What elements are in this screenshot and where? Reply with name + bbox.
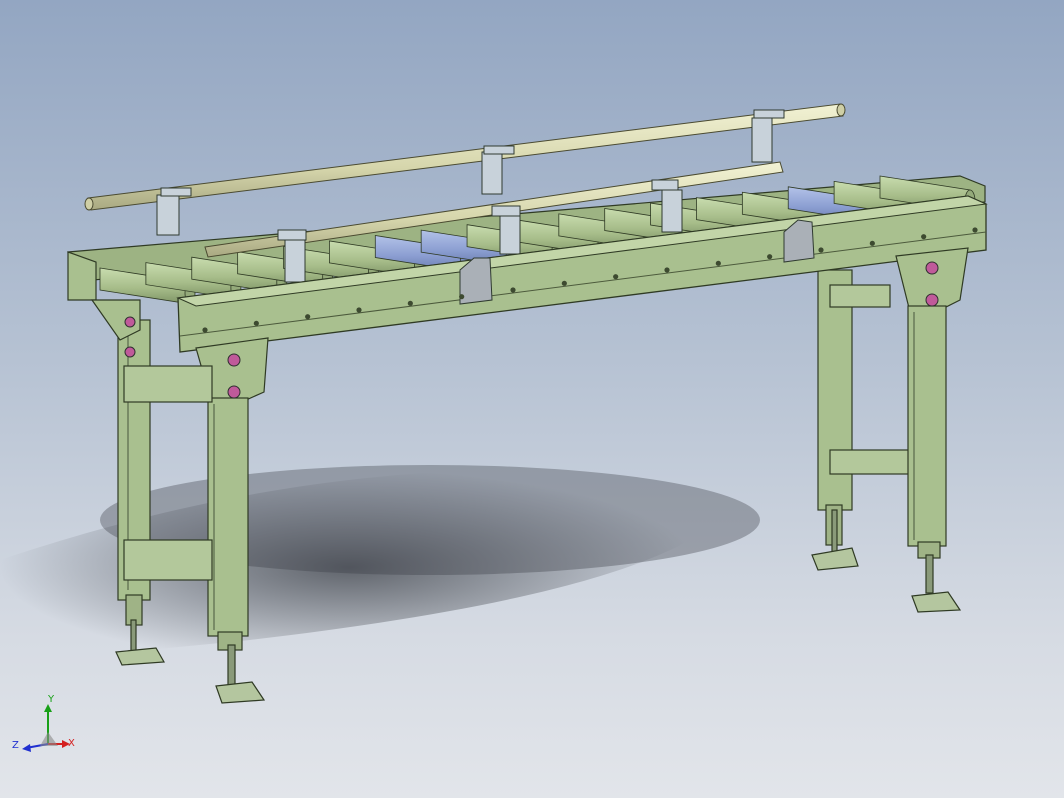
triad-graphic [22,704,70,752]
mounting-hole [561,280,567,286]
top-guide-rail[interactable] [84,103,846,211]
z-axis-label: Z [12,740,19,751]
back-right-leg[interactable] [811,269,911,571]
mounting-hole [253,320,259,326]
rail-bracket-right[interactable] [751,109,785,163]
mounting-hole [356,307,362,313]
mounting-hole [921,234,927,240]
mounting-hole [664,267,670,273]
x-axis-label: X [68,738,75,749]
cad-viewport[interactable]: Y X Z [0,0,1064,798]
mounting-hole [972,227,978,233]
model-canvas[interactable] [0,0,1064,798]
y-axis-label: Y [48,694,55,705]
mounting-hole [510,287,516,293]
floor-shadow [0,465,760,665]
mounting-hole [869,240,875,246]
mounting-hole [818,247,824,253]
mounting-hole [202,327,208,333]
rail-bracket-left[interactable] [156,187,192,236]
axis-triad[interactable]: Y X Z [10,694,80,768]
mounting-hole [613,274,619,280]
mounting-hole [459,294,465,300]
mounting-hole [305,314,311,320]
mounting-hole [767,254,773,260]
mounting-hole [407,300,413,306]
mounting-hole [715,260,721,266]
rail-bracket-middle[interactable] [481,145,515,195]
